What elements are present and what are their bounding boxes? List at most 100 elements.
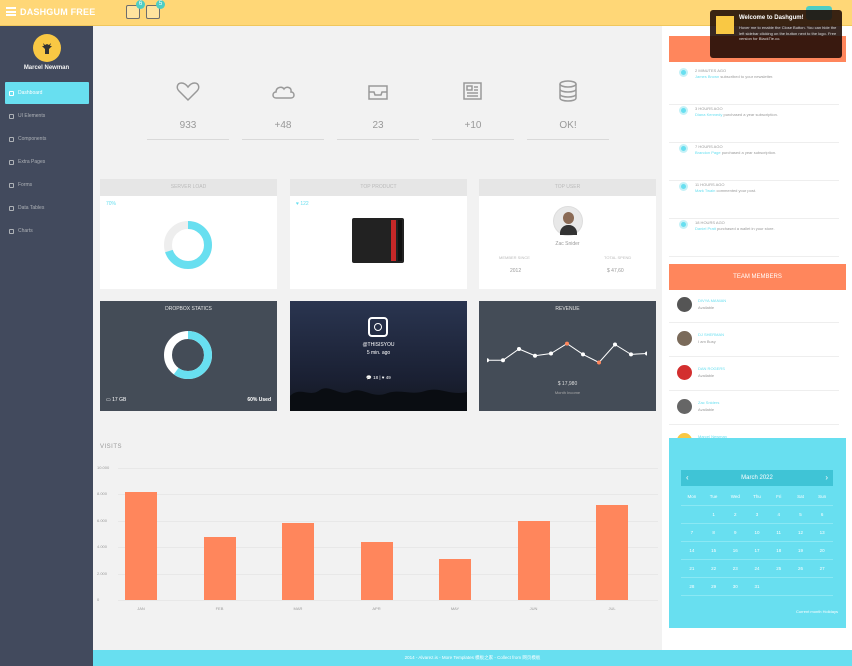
activity-user-link[interactable]: James Brown: [695, 74, 720, 79]
bar-mar[interactable]: [282, 523, 314, 600]
sidebar-toggle-icon[interactable]: [6, 7, 16, 16]
member-name[interactable]: Zac Sniders: [698, 400, 719, 405]
revenue-panel: REVENUE $ 17,980 Month Income: [479, 301, 656, 411]
calendar-day[interactable]: 3: [746, 506, 768, 523]
calendar-day[interactable]: 25: [768, 560, 790, 577]
team-member[interactable]: DJ SHERMAN I am Busy: [677, 330, 837, 348]
calendar-day[interactable]: 4: [768, 506, 790, 523]
panel-title: TOP PRODUCT: [290, 179, 467, 196]
calendar-day[interactable]: 13: [811, 524, 833, 541]
instagram-icon[interactable]: [368, 317, 388, 337]
visits-chart: 10.000 8.000 6.000 4.000 2.000 0 JAN FEB MAR APR M…: [93, 458, 662, 618]
calendar-day[interactable]: 10: [746, 524, 768, 541]
revenue-point: [533, 353, 537, 358]
sidebar-item-dashboard[interactable]: Dashboard: [5, 82, 89, 104]
calendar-day[interactable]: 31: [746, 578, 768, 595]
member-status: Available: [698, 373, 715, 378]
gridline: [118, 468, 658, 469]
revenue-point: [645, 351, 647, 356]
th-icon: [9, 205, 14, 211]
calendar-day[interactable]: 1: [703, 506, 725, 523]
y-tick-label: 2.000: [97, 570, 108, 576]
team-member[interactable]: DIVYA MANIAN Available: [677, 296, 837, 314]
calendar-day[interactable]: 22: [703, 560, 725, 577]
sidebar-item-extra-pages[interactable]: Extra Pages: [5, 151, 89, 173]
toast-logo: [716, 16, 734, 34]
member-status: Available: [698, 407, 715, 412]
user-name: Marcel Newman: [23, 65, 70, 71]
calendar-day[interactable]: 17: [746, 542, 768, 559]
member-since-value: 2012: [510, 268, 522, 274]
server-load-donut: [164, 221, 212, 269]
toast-body: Hover me to enable the Close Button. You…: [739, 25, 837, 41]
activity-user-link[interactable]: Diana Kennedy: [695, 112, 723, 117]
visits-label: VISITS: [100, 444, 123, 450]
bar-jun[interactable]: [517, 520, 550, 600]
next-month-icon[interactable]: ›: [825, 470, 828, 486]
calendar-day[interactable]: 15: [703, 542, 725, 559]
calendar-day[interactable]: 2: [724, 506, 746, 523]
calendar-day[interactable]: 18: [768, 542, 790, 559]
calendar-day[interactable]: 27: [811, 560, 833, 577]
team-member[interactable]: DAN ROGERS Available: [677, 364, 837, 382]
top-user-panel: TOP USER Zac Snider MEMBER SINCE TOTAL S…: [479, 179, 656, 289]
activity-text: 2 MINUTES AGO James Brown subscribed to y…: [695, 68, 835, 80]
calendar-day[interactable]: 11: [768, 524, 790, 541]
sidebar-item-components[interactable]: Components: [5, 128, 89, 150]
logo[interactable]: DASHGUM FREE: [20, 7, 95, 17]
tasks-icon[interactable]: 6: [126, 0, 145, 19]
calendar-day[interactable]: 23: [724, 560, 746, 577]
calendar-day[interactable]: 20: [811, 542, 833, 559]
calendar-day[interactable]: 12: [790, 524, 812, 541]
member-name[interactable]: DAN ROGERS: [698, 366, 725, 371]
activity-text: 11 HOURS AGO Mark Twain commented your po…: [695, 182, 835, 194]
revenue-point: [613, 342, 617, 347]
x-tick-label: MAY: [450, 606, 460, 611]
bar-jul[interactable]: [596, 504, 628, 600]
team-member[interactable]: Zac Sniders Available: [677, 398, 837, 416]
member-name[interactable]: DIVYA MANIAN: [698, 298, 726, 303]
calendar-day[interactable]: 28: [681, 578, 703, 595]
x-tick-label: APR: [372, 606, 381, 611]
calendar-day[interactable]: 19: [790, 542, 812, 559]
activity-message: commented your post.: [716, 188, 757, 193]
activity-user-link[interactable]: Mark Twain: [695, 188, 717, 193]
sidebar-item-forms[interactable]: Forms: [5, 174, 89, 196]
calendar-day[interactable]: 6: [811, 506, 833, 523]
calendar-day[interactable]: 29: [703, 578, 725, 595]
calendar-day[interactable]: 7: [681, 524, 703, 541]
y-tick-label: 10.000: [97, 465, 110, 470]
calendar-header: ‹ March 2022 ›: [681, 470, 833, 486]
activity-user-link[interactable]: Brandon Page: [695, 150, 722, 155]
calendar-day[interactable]: 21: [681, 560, 703, 577]
sidebar-item-ui-elements[interactable]: UI Elements: [5, 105, 89, 127]
calendar-day[interactable]: 30: [724, 578, 746, 595]
sidebar-item-label: UI Elements: [18, 113, 46, 119]
bar-may[interactable]: [439, 559, 471, 600]
member-name[interactable]: DJ SHERMAN: [698, 332, 724, 337]
gridline: [118, 600, 658, 601]
calendar-day[interactable]: 14: [681, 542, 703, 559]
activity-user-link[interactable]: Daniel Pratt: [695, 226, 717, 231]
calendar-day[interactable]: 24: [746, 560, 768, 577]
bar-apr[interactable]: [360, 541, 393, 600]
calendar-day[interactable]: 26: [790, 560, 812, 577]
activity-message: purchased a year subscription.: [721, 150, 777, 155]
bar-jan[interactable]: [125, 491, 157, 600]
bar-feb[interactable]: [203, 536, 236, 600]
welcome-toast[interactable]: Welcome to Dashgum! Hover me to enable t…: [710, 10, 842, 58]
calendar-grid: Mon Tue Wed Thu Fri Sat Sun 1 2 3 4 5 6 7 8 9 10 11 12 13 14…: [681, 488, 833, 596]
member-avatar: [677, 399, 692, 414]
dashboard-icon: [9, 90, 14, 96]
calendar-day[interactable]: 16: [724, 542, 746, 559]
mail-icon[interactable]: 5: [146, 0, 165, 19]
member-avatar: [677, 331, 692, 346]
activity-dot-icon: [679, 182, 688, 191]
calendar-day[interactable]: 9: [724, 524, 746, 541]
sidebar-item-charts[interactable]: Charts: [5, 220, 89, 242]
sidebar-item-data-tables[interactable]: Data Tables: [5, 197, 89, 219]
calendar-day[interactable]: 5: [790, 506, 812, 523]
top-user-name: Zac Snider: [555, 241, 580, 247]
avatar[interactable]: [33, 34, 61, 62]
calendar-day[interactable]: 8: [703, 524, 725, 541]
